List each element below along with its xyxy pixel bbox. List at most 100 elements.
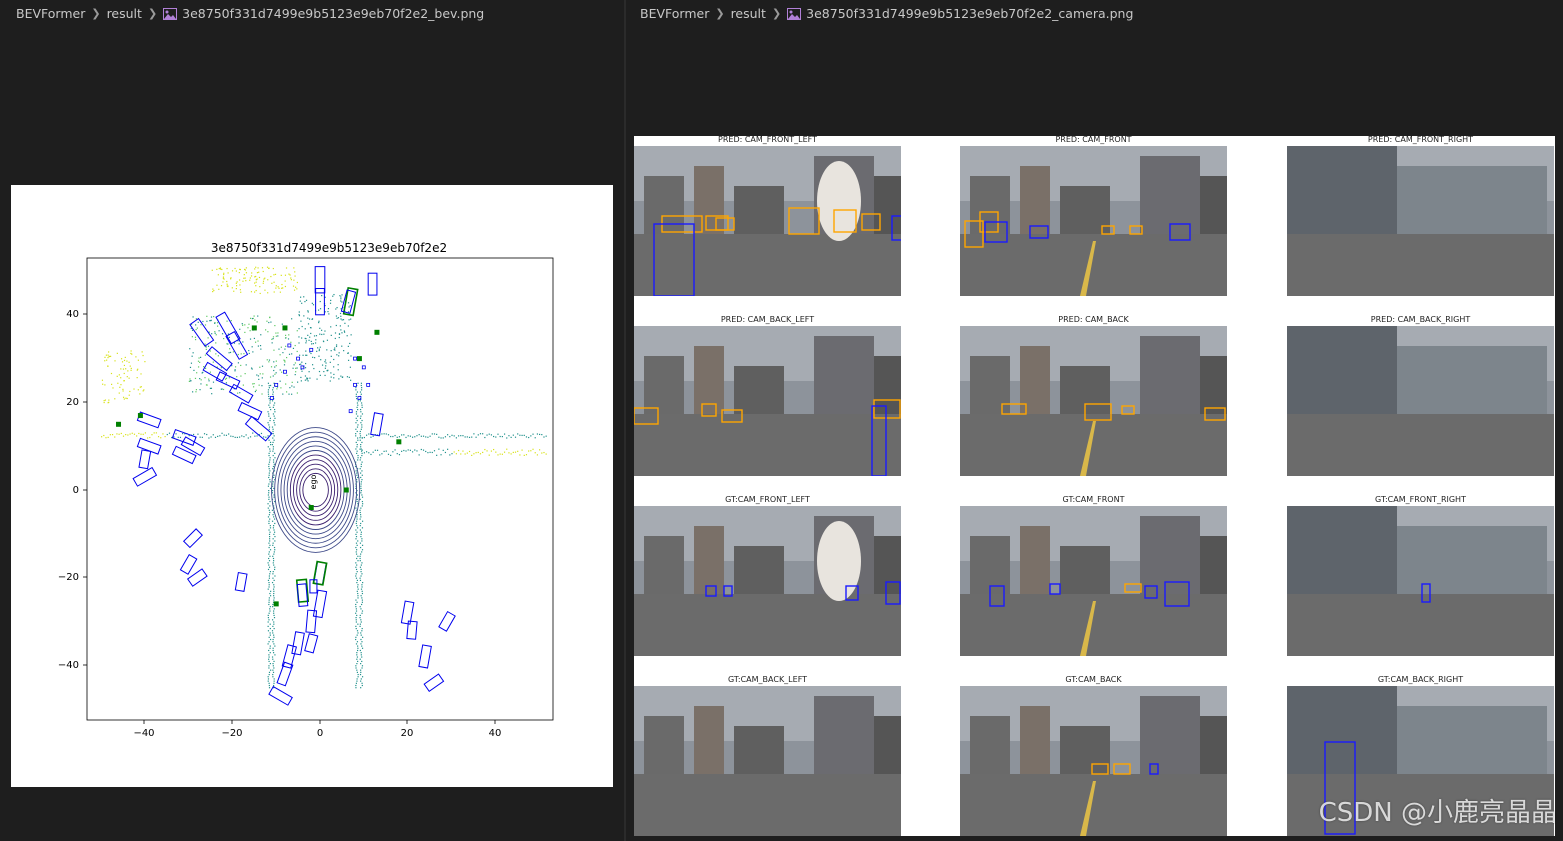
lidar-point bbox=[521, 449, 523, 451]
lidar-point bbox=[131, 432, 133, 434]
lidar-point bbox=[360, 634, 362, 636]
lidar-point bbox=[315, 339, 317, 341]
lidar-point bbox=[292, 347, 295, 349]
breadcrumb-folder-result[interactable]: result bbox=[107, 6, 142, 21]
lidar-point bbox=[273, 634, 275, 636]
lidar-point bbox=[194, 336, 197, 338]
breadcrumb-folder-bevformer[interactable]: BEVFormer bbox=[640, 6, 709, 21]
lidar-point bbox=[536, 433, 539, 435]
lidar-point bbox=[361, 610, 364, 612]
lidar-point bbox=[241, 435, 243, 437]
lidar-point bbox=[210, 436, 212, 438]
lidar-point bbox=[356, 656, 359, 658]
lidar-point bbox=[295, 367, 297, 369]
lidar-point bbox=[104, 399, 107, 401]
lidar-point bbox=[356, 516, 358, 518]
lidar-point bbox=[301, 370, 303, 372]
lidar-point bbox=[355, 627, 357, 630]
lidar-point bbox=[219, 267, 221, 269]
lidar-point bbox=[269, 571, 272, 573]
lidar-point bbox=[272, 684, 275, 687]
lidar-point bbox=[227, 285, 229, 288]
chevron-right-icon: ❯ bbox=[715, 6, 725, 20]
gt-marker bbox=[396, 439, 402, 445]
lidar-point bbox=[143, 389, 145, 391]
lidar-point bbox=[308, 371, 310, 373]
lidar-point bbox=[268, 465, 270, 468]
lidar-point bbox=[298, 328, 300, 330]
lidar-point bbox=[359, 498, 361, 500]
lidar-point bbox=[360, 663, 362, 665]
breadcrumb-file-bev[interactable]: 3e8750f331d7499e9b5123e9eb70f2e2_bev.png bbox=[182, 6, 484, 21]
lidar-point bbox=[444, 436, 447, 438]
lidar-point bbox=[356, 614, 358, 617]
lidar-point bbox=[501, 453, 503, 455]
breadcrumb-file-camera[interactable]: 3e8750f331d7499e9b5123e9eb70f2e2_camera.… bbox=[806, 6, 1133, 21]
lidar-point bbox=[210, 319, 212, 321]
lidar-point bbox=[284, 280, 286, 282]
breadcrumb-folder-result[interactable]: result bbox=[731, 6, 766, 21]
lidar-point bbox=[269, 632, 271, 634]
lidar-point bbox=[302, 354, 304, 356]
lidar-point bbox=[268, 673, 270, 676]
lidar-point bbox=[268, 667, 270, 669]
lidar-point bbox=[273, 369, 275, 372]
lidar-point bbox=[254, 282, 256, 284]
lidar-point bbox=[361, 612, 363, 614]
lidar-point bbox=[254, 319, 256, 321]
lidar-point bbox=[508, 452, 510, 454]
lidar-point bbox=[114, 398, 116, 400]
lidar-point bbox=[359, 577, 361, 579]
lidar-point bbox=[396, 453, 398, 455]
lidar-point bbox=[359, 614, 361, 617]
lidar-point bbox=[272, 433, 274, 435]
lidar-point bbox=[245, 434, 247, 436]
lidar-point bbox=[296, 367, 298, 369]
lidar-point bbox=[347, 302, 350, 304]
lidar-point bbox=[270, 408, 272, 411]
lidar-point bbox=[122, 388, 124, 390]
lidar-point bbox=[360, 516, 362, 518]
lidar-point bbox=[301, 302, 303, 304]
lidar-point bbox=[247, 437, 249, 439]
lidar-point bbox=[284, 348, 286, 350]
lidar-point bbox=[272, 577, 274, 579]
lidar-point bbox=[273, 291, 275, 293]
camera-image bbox=[960, 506, 1227, 656]
building bbox=[644, 356, 684, 416]
lidar-point bbox=[288, 353, 291, 355]
lidar-point bbox=[357, 476, 359, 479]
lidar-point bbox=[220, 367, 222, 369]
lidar-point bbox=[387, 434, 390, 436]
lidar-point bbox=[273, 274, 275, 276]
lidar-point bbox=[269, 376, 272, 378]
lidar-point bbox=[488, 454, 490, 456]
lidar-point bbox=[343, 330, 345, 332]
lidar-point bbox=[268, 454, 270, 457]
lidar-point bbox=[271, 282, 273, 284]
lidar-point bbox=[272, 430, 274, 433]
lidar-point bbox=[360, 422, 362, 424]
lidar-point bbox=[239, 289, 242, 291]
lidar-point bbox=[360, 654, 362, 656]
lidar-point bbox=[269, 610, 271, 612]
lidar-point bbox=[290, 341, 292, 343]
lidar-point bbox=[123, 364, 126, 367]
lidar-point bbox=[261, 385, 263, 387]
camera-grid-image: PRED: CAM_FRONT_LEFT PRED: CAM_FRONT PRE… bbox=[634, 135, 1555, 836]
lidar-point bbox=[330, 326, 332, 328]
lidar-point bbox=[274, 654, 276, 656]
lidar-point bbox=[340, 300, 342, 302]
lidar-point bbox=[116, 375, 118, 377]
lidar-point bbox=[238, 343, 240, 345]
lidar-point bbox=[318, 349, 320, 352]
lidar-point bbox=[140, 433, 142, 435]
road bbox=[1287, 594, 1554, 656]
lidar-point bbox=[139, 393, 141, 395]
lidar-point bbox=[268, 496, 270, 498]
lidar-point bbox=[356, 419, 358, 422]
breadcrumb-folder-bevformer[interactable]: BEVFormer bbox=[16, 6, 85, 21]
lidar-point bbox=[234, 366, 237, 368]
lidar-point bbox=[273, 586, 275, 588]
lidar-point bbox=[268, 474, 270, 476]
